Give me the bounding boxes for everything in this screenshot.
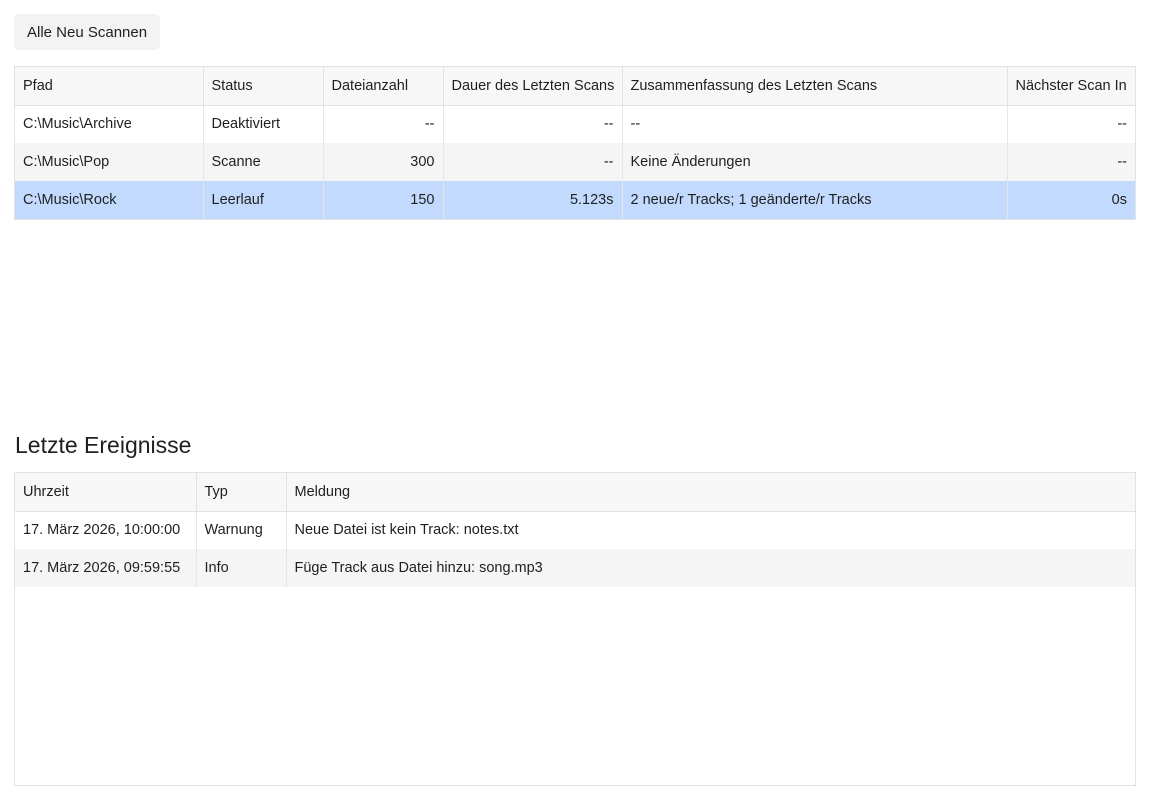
cell-last-scan-duration: 5.123s — [443, 181, 623, 219]
column-header-last-scan-summary[interactable]: Zusammenfassung des Letzten Scans — [622, 67, 1008, 106]
cell-last-scan-summary: -- — [622, 105, 1008, 143]
cell-message: Neue Datei ist kein Track: notes.txt — [294, 522, 519, 539]
column-header-type[interactable]: Typ — [196, 473, 287, 512]
column-header-status[interactable]: Status — [203, 67, 324, 106]
column-header-message[interactable]: Meldung — [286, 473, 1135, 512]
events-table: Uhrzeit Typ Meldung 17. März 2026, 10:00… — [14, 472, 1136, 786]
table-row-selected[interactable]: C:\Music\Rock Leerlauf 150 5.123s 2 neue… — [15, 181, 1135, 219]
cell-status: Scanne — [203, 143, 324, 181]
cell-status: Deaktiviert — [203, 105, 324, 143]
cell-last-scan-duration: -- — [443, 143, 623, 181]
table-row[interactable]: 17. März 2026, 10:00:00 Warnung Neue Dat… — [15, 511, 1135, 549]
column-header-next-scan-in[interactable]: Nächster Scan In — [1007, 67, 1135, 106]
cell-type: Warnung — [196, 511, 287, 549]
column-header-last-scan-duration[interactable]: Dauer des Letzten Scans — [443, 67, 623, 106]
cell-time: 17. März 2026, 10:00:00 — [15, 511, 197, 549]
cell-path: C:\Music\Archive — [15, 105, 204, 143]
events-title: Letzte Ereignisse — [15, 432, 192, 458]
cell-last-scan-summary: 2 neue/r Tracks; 1 geänderte/r Tracks — [622, 181, 1008, 219]
rescan-all-button[interactable]: Alle Neu Scannen — [14, 14, 161, 50]
table-row[interactable]: C:\Music\Archive Deaktiviert -- -- -- -- — [15, 105, 1135, 143]
cell-time: 17. März 2026, 09:59:55 — [15, 549, 197, 587]
scan-folders-table: Pfad Status Dateianzahl Dauer des Letzte… — [14, 66, 1136, 220]
table-header-row: Pfad Status Dateianzahl Dauer des Letzte… — [15, 67, 1135, 106]
cell-path: C:\Music\Pop — [15, 143, 204, 181]
cell-file-count: -- — [323, 105, 444, 143]
table-header-row: Uhrzeit Typ Meldung — [15, 473, 1135, 512]
cell-message: Füge Track aus Datei hinzu: song.mp3 — [286, 549, 1135, 587]
cell-last-scan-duration: -- — [443, 105, 623, 143]
column-header-file-count[interactable]: Dateianzahl — [323, 67, 444, 106]
column-header-time[interactable]: Uhrzeit — [15, 473, 197, 512]
cell-last-scan-summary: Keine Änderungen — [622, 143, 1008, 181]
cell-next-scan-in: -- — [1007, 143, 1135, 181]
table-row[interactable]: 17. März 2026, 09:59:55 Info Füge Track … — [15, 549, 1135, 587]
cell-path: C:\Music\Rock — [15, 181, 204, 219]
cell-status: Leerlauf — [203, 181, 324, 219]
table-row[interactable]: C:\Music\Pop Scanne 300 -- Keine Änderun… — [15, 143, 1135, 181]
cell-file-count: 150 — [323, 181, 444, 219]
cell-type: Info — [196, 549, 287, 587]
cell-next-scan-in: 0s — [1007, 181, 1135, 219]
cell-file-count: 300 — [323, 143, 444, 181]
cell-next-scan-in: -- — [1117, 116, 1127, 133]
column-header-path[interactable]: Pfad — [15, 67, 204, 106]
